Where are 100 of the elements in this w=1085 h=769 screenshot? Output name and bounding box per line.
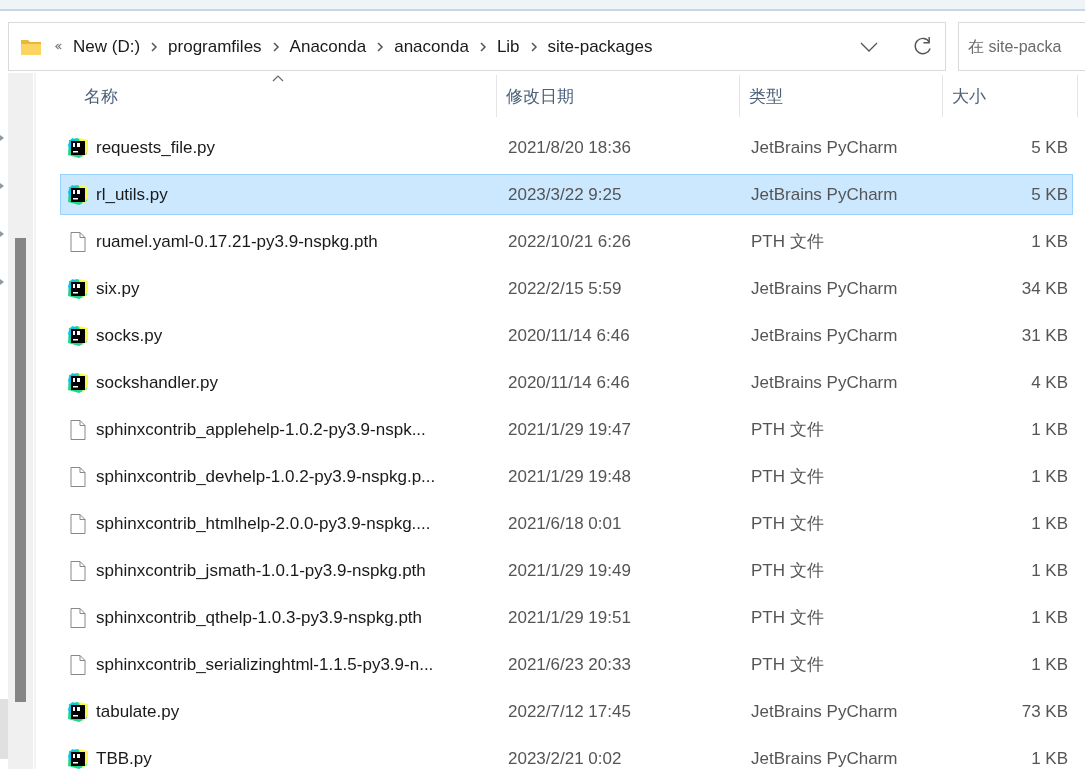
file-row[interactable]: sphinxcontrib_jsmath-1.0.1-py3.9-nspkg.pth 2021/1/29 19:49 PTH 文件 1 KB (60, 550, 1073, 591)
overflow-chevron-icon[interactable] (54, 42, 63, 51)
file-size: 1 KB (1030, 419, 1069, 440)
expand-arrow-icon[interactable] (0, 135, 4, 141)
file-row[interactable]: tabulate.py 2022/7/12 17:45 JetBrains PyCharm 73 KB (60, 691, 1073, 732)
file-size: 34 KB (1020, 278, 1069, 299)
column-header[interactable]: 大小 (943, 75, 1078, 117)
chevron-right-icon[interactable] (271, 40, 280, 53)
file-size: 1 KB (1030, 560, 1069, 581)
file-icon (67, 418, 89, 441)
file-row[interactable]: rl_utils.py 2023/3/22 9:25 JetBrains PyCharm 5 KB (60, 174, 1073, 215)
file-type: PTH 文件 (750, 466, 825, 488)
file-name: TBB.py (96, 748, 152, 769)
file-row[interactable]: sphinxcontrib_serializinghtml-1.1.5-py3.9-n... 2021/6/23 20:33 PTH 文件 1 KB (60, 644, 1073, 685)
file-size: 1 KB (1030, 466, 1069, 487)
file-size: 1 KB (1030, 654, 1069, 675)
file-type: JetBrains PyCharm (750, 701, 899, 722)
column-header[interactable]: 修改日期 (497, 75, 740, 117)
nav-item-highlight (0, 699, 8, 759)
modified-date: 2021/1/29 19:49 (507, 560, 632, 581)
file-type: JetBrains PyCharm (750, 137, 899, 158)
file-name: tabulate.py (96, 701, 180, 722)
pycharm-file-icon (67, 371, 89, 394)
file-row[interactable]: sphinxcontrib_qthelp-1.0.3-py3.9-nspkg.pth 2021/1/29 19:51 PTH 文件 1 KB (60, 597, 1073, 638)
file-type: PTH 文件 (750, 231, 825, 253)
file-size: 1 KB (1030, 748, 1069, 769)
modified-date: 2022/10/21 6:26 (507, 231, 632, 252)
file-icon (67, 606, 89, 629)
file-size: 73 KB (1020, 701, 1069, 722)
file-name: sphinxcontrib_serializinghtml-1.1.5-py3.9-n... (96, 654, 434, 675)
file-type: JetBrains PyCharm (750, 184, 899, 205)
file-type: JetBrains PyCharm (750, 325, 899, 346)
breadcrumb[interactable]: Lib (496, 36, 520, 57)
file-icon (67, 512, 89, 535)
breadcrumb[interactable]: site-packages (547, 36, 653, 57)
modified-date: 2021/6/18 0:01 (507, 513, 623, 534)
file-size: 1 KB (1030, 513, 1069, 534)
file-name: six.py (96, 278, 140, 299)
pycharm-file-icon (67, 324, 89, 347)
file-size: 31 KB (1020, 325, 1069, 346)
search-field[interactable]: 在 site-packa (958, 22, 1085, 71)
modified-date: 2021/6/23 20:33 (507, 654, 632, 675)
scrollbar-thumb[interactable] (15, 238, 26, 702)
chevron-right-icon[interactable] (478, 40, 487, 53)
modified-date: 2021/1/29 19:47 (507, 419, 632, 440)
file-type: PTH 文件 (750, 513, 825, 535)
modified-date: 2020/11/14 6:46 (507, 372, 631, 393)
modified-date: 2023/2/21 0:02 (507, 748, 623, 769)
address-bar[interactable]: New (D:) programfiles Anaconda anaconda Lib site-packages (8, 22, 946, 71)
file-name: rl_utils.py (96, 184, 168, 205)
modified-date: 2023/3/22 9:25 (507, 184, 623, 205)
modified-date: 2022/7/12 17:45 (507, 701, 632, 722)
dropdown-icon[interactable] (860, 41, 878, 52)
refresh-icon[interactable] (912, 36, 933, 57)
expand-arrow-icon[interactable] (0, 279, 4, 285)
file-row[interactable]: six.py 2022/2/15 5:59 JetBrains PyCharm 34 KB (60, 268, 1073, 309)
file-row[interactable]: sphinxcontrib_applehelp-1.0.2-py3.9-nspk... 2021/1/29 19:47 PTH 文件 1 KB (60, 409, 1073, 450)
chevron-right-icon[interactable] (529, 40, 538, 53)
file-size: 4 KB (1030, 372, 1069, 393)
file-row[interactable]: TBB.py 2023/2/21 0:02 JetBrains PyCharm 1 KB (60, 738, 1073, 769)
file-size: 1 KB (1030, 607, 1069, 628)
file-name: requests_file.py (96, 137, 216, 158)
pycharm-file-icon (67, 136, 89, 159)
breadcrumb[interactable]: anaconda (394, 36, 469, 57)
file-row[interactable]: ruamel.yaml-0.17.21-py3.9-nspkg.pth 2022/10/21 6:26 PTH 文件 1 KB (60, 221, 1073, 262)
file-name: sphinxcontrib_devhelp-1.0.2-py3.9-nspkg.p... (96, 466, 436, 487)
breadcrumb[interactable]: programfiles (168, 36, 262, 57)
breadcrumb[interactable]: Anaconda (289, 36, 367, 57)
column-header[interactable]: 名称 (60, 75, 497, 117)
column-header[interactable]: 类型 (740, 75, 943, 117)
pycharm-file-icon (67, 277, 89, 300)
file-icon (67, 230, 89, 253)
folder-icon (20, 37, 42, 56)
file-icon (67, 465, 89, 488)
file-icon (67, 653, 89, 676)
file-type: PTH 文件 (750, 419, 825, 441)
breadcrumb[interactable]: New (D:) (73, 36, 141, 57)
expand-arrow-icon[interactable] (0, 183, 4, 189)
file-type: JetBrains PyCharm (750, 372, 899, 393)
file-row[interactable]: socks.py 2020/11/14 6:46 JetBrains PyCharm 31 KB (60, 315, 1073, 356)
file-row[interactable]: sockshandler.py 2020/11/14 6:46 JetBrains PyCharm 4 KB (60, 362, 1073, 403)
modified-date: 2021/8/20 18:36 (507, 137, 632, 158)
file-name: sphinxcontrib_jsmath-1.0.1-py3.9-nspkg.pth (96, 560, 426, 581)
expand-arrow-icon[interactable] (0, 231, 4, 237)
modified-date: 2022/2/15 5:59 (507, 278, 623, 299)
file-name: sphinxcontrib_applehelp-1.0.2-py3.9-nspk... (96, 419, 426, 440)
file-type: PTH 文件 (750, 654, 825, 676)
file-name: sphinxcontrib_htmlhelp-2.0.0-py3.9-nspkg.... (96, 513, 431, 534)
chevron-right-icon[interactable] (150, 40, 159, 53)
sort-ascending-icon (272, 75, 284, 82)
file-name: sphinxcontrib_qthelp-1.0.3-py3.9-nspkg.pth (96, 607, 423, 628)
file-row[interactable]: requests_file.py 2021/8/20 18:36 JetBrains PyCharm 5 KB (60, 127, 1073, 168)
file-name: ruamel.yaml-0.17.21-py3.9-nspkg.pth (96, 231, 378, 252)
file-row[interactable]: sphinxcontrib_htmlhelp-2.0.0-py3.9-nspkg.... 2021/6/18 0:01 PTH 文件 1 KB (60, 503, 1073, 544)
file-type: JetBrains PyCharm (750, 748, 899, 769)
modified-date: 2021/1/29 19:51 (507, 607, 632, 628)
file-row[interactable]: sphinxcontrib_devhelp-1.0.2-py3.9-nspkg.p... 2021/1/29 19:48 PTH 文件 1 KB (60, 456, 1073, 497)
modified-date: 2020/11/14 6:46 (507, 325, 631, 346)
file-type: JetBrains PyCharm (750, 278, 899, 299)
chevron-right-icon[interactable] (376, 40, 385, 53)
